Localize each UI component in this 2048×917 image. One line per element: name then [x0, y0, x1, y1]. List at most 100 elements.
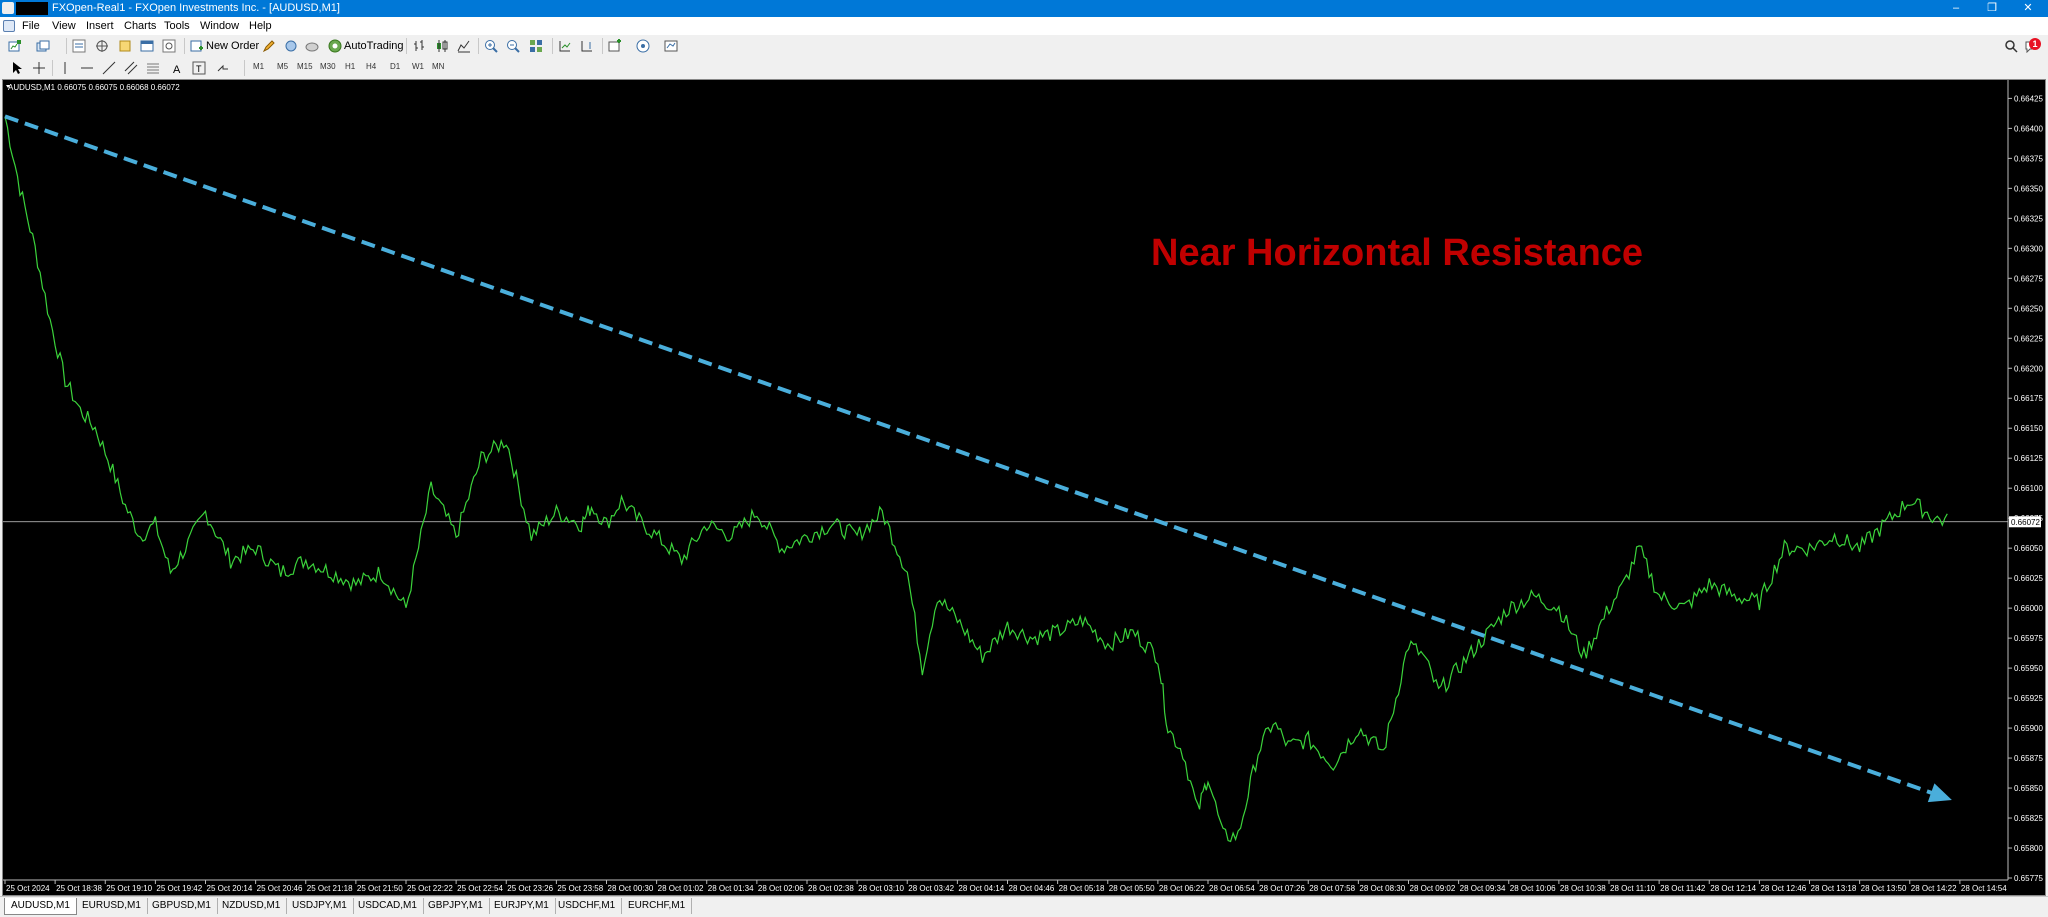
tab-nzdusd[interactable]: NZDUSD,M1: [216, 898, 288, 914]
fibonacci-icon[interactable]: [146, 61, 160, 75]
crosshair-icon[interactable]: [32, 61, 46, 75]
market-watch-icon[interactable]: [72, 39, 86, 53]
indicators-icon[interactable]: [608, 39, 622, 53]
tab-eurusd[interactable]: EURUSD,M1: [76, 898, 148, 914]
time-tick-label: 28 Oct 02:38: [808, 884, 854, 893]
timeframe-m30[interactable]: M30: [320, 62, 336, 71]
terminal-icon[interactable]: [140, 39, 154, 53]
arrows-icon[interactable]: [216, 61, 230, 75]
timeframe-m15[interactable]: M15: [297, 62, 313, 71]
menu-window[interactable]: Window: [200, 20, 239, 32]
tab-gbpusd[interactable]: GBPUSD,M1: [146, 898, 218, 914]
menu-help[interactable]: Help: [249, 20, 272, 32]
new-order-button[interactable]: New Order: [206, 40, 259, 52]
tab-eurchf[interactable]: EURCHF,M1: [622, 898, 693, 914]
chart-header: AUDUSD,M1 0.66075 0.66075 0.66068 0.6607…: [8, 83, 180, 92]
navigator-icon[interactable]: [118, 39, 132, 53]
minimize-button[interactable]: –: [1938, 0, 1974, 17]
price-tick-label: 0.65800: [2014, 844, 2043, 853]
close-button[interactable]: ✕: [2010, 0, 2046, 17]
bar-chart-icon[interactable]: [413, 39, 427, 53]
menu-insert[interactable]: Insert: [86, 20, 114, 32]
timeframe-h4[interactable]: H4: [366, 62, 376, 71]
time-tick-label: 28 Oct 09:34: [1460, 884, 1506, 893]
time-tick-label: 28 Oct 06:54: [1209, 884, 1255, 893]
equidistant-channel-icon[interactable]: [124, 61, 138, 75]
signals-icon[interactable]: [284, 39, 298, 53]
tab-usdcad[interactable]: USDCAD,M1: [352, 898, 424, 914]
market-icon[interactable]: [305, 39, 319, 53]
account-redaction: [16, 2, 48, 15]
search-icon[interactable]: [2004, 39, 2018, 53]
new-order-icon[interactable]: [190, 39, 204, 53]
autotrading-button[interactable]: AutoTrading: [344, 40, 404, 52]
time-tick-label: 28 Oct 04:14: [958, 884, 1004, 893]
time-tick-label: 25 Oct 22:54: [457, 884, 503, 893]
menu-charts[interactable]: Charts: [124, 20, 156, 32]
vertical-line-icon[interactable]: [58, 61, 72, 75]
time-tick-label: 28 Oct 03:10: [858, 884, 904, 893]
chart-window[interactable]: AUDUSD,M1 0.66075 0.66075 0.66068 0.6607…: [2, 79, 2046, 896]
menu-view[interactable]: View: [52, 20, 76, 32]
tab-usdjpy[interactable]: USDJPY,M1: [286, 898, 354, 914]
trendline-arrow[interactable]: [4, 114, 1939, 797]
cursor-icon[interactable]: [10, 61, 24, 75]
profiles-icon[interactable]: [36, 39, 50, 53]
trendline-icon[interactable]: [102, 61, 116, 75]
timeframe-h1[interactable]: H1: [345, 62, 355, 71]
separator: [406, 38, 407, 54]
annotation-text[interactable]: Near Horizontal Resistance: [1151, 232, 1643, 274]
time-tick-label: 25 Oct 19:42: [156, 884, 202, 893]
tab-usdchf[interactable]: USDCHF,M1: [552, 898, 623, 914]
zoom-in-icon[interactable]: [484, 39, 498, 53]
standard-toolbar: New Order AutoTrading 1: [0, 35, 2048, 58]
text-label-icon[interactable]: T: [192, 61, 206, 75]
timeframe-w1[interactable]: W1: [412, 62, 424, 71]
tab-audusd[interactable]: AUDUSD,M1: [4, 898, 77, 915]
templates-icon[interactable]: [664, 39, 678, 53]
timeframe-mn[interactable]: MN: [432, 62, 444, 71]
time-tick-label: 28 Oct 01:02: [658, 884, 704, 893]
price-chart[interactable]: AUDUSD,M1 0.66075 0.66075 0.66068 0.6607…: [3, 80, 2045, 895]
price-tick-label: 0.65925: [2014, 694, 2043, 703]
candlesticks-icon[interactable]: [435, 39, 449, 53]
timeframe-m1[interactable]: M1: [253, 62, 264, 71]
price-tick-label: 0.65775: [2014, 874, 2043, 883]
price-tick-label: 0.66150: [2014, 424, 2043, 433]
data-window-icon[interactable]: [95, 39, 109, 53]
zoom-out-icon[interactable]: [506, 39, 520, 53]
tab-gbpjpy[interactable]: GBPJPY,M1: [422, 898, 490, 914]
price-tick-label: 0.66125: [2014, 454, 2043, 463]
chart-shift-icon[interactable]: [580, 39, 594, 53]
horizontal-line-icon[interactable]: [80, 61, 94, 75]
time-tick-label: 28 Oct 10:38: [1560, 884, 1606, 893]
auto-scroll-icon[interactable]: [558, 39, 572, 53]
metaeditor-icon[interactable]: [262, 39, 276, 53]
periods-icon[interactable]: [636, 39, 650, 53]
time-tick-label: 28 Oct 13:50: [1861, 884, 1907, 893]
price-tick-label: 0.66250: [2014, 304, 2043, 313]
app-icon[interactable]: [2, 2, 14, 14]
menu-tools[interactable]: Tools: [164, 20, 190, 32]
price-tick-label: 0.66000: [2014, 604, 2043, 613]
autotrading-icon[interactable]: [328, 39, 342, 53]
separator: [552, 38, 553, 54]
price-tick-label: 0.66025: [2014, 574, 2043, 583]
document-icon[interactable]: [3, 20, 15, 32]
tile-windows-icon[interactable]: [529, 39, 543, 53]
menu-file[interactable]: File: [22, 20, 40, 32]
time-tick-label: 25 Oct 20:14: [207, 884, 253, 893]
strategy-tester-icon[interactable]: [162, 39, 176, 53]
timeframe-m5[interactable]: M5: [277, 62, 288, 71]
svg-text:T: T: [196, 64, 202, 74]
tab-eurjpy[interactable]: EURJPY,M1: [488, 898, 556, 914]
new-chart-icon[interactable]: [8, 39, 22, 53]
time-tick-label: 28 Oct 12:14: [1710, 884, 1756, 893]
line-chart-icon[interactable]: [457, 39, 471, 53]
notification-badge[interactable]: 1: [2029, 38, 2041, 50]
restore-button[interactable]: ❐: [1974, 0, 2010, 17]
separator: [478, 38, 479, 54]
text-icon[interactable]: A: [170, 61, 184, 75]
time-tick-label: 28 Oct 06:22: [1159, 884, 1205, 893]
timeframe-d1[interactable]: D1: [390, 62, 400, 71]
